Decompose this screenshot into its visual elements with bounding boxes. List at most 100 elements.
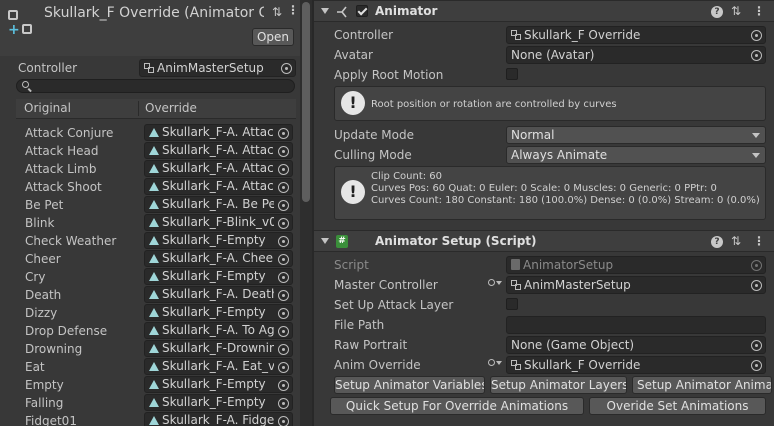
search-icon[interactable] — [488, 279, 502, 291]
update-mode-dropdown[interactable]: Normal — [506, 126, 766, 144]
object-picker-icon[interactable] — [751, 50, 762, 61]
table-row: Attack Head Skullark_F-A. Attack — [16, 142, 296, 160]
animator-setup-component-header[interactable]: # Animator Setup (Script) ? ⇅ ⋮ — [314, 230, 774, 252]
animator-component-header[interactable]: Animator ? ⇅ ⋮ — [314, 0, 774, 22]
object-picker-icon[interactable] — [281, 63, 292, 74]
object-picker-icon[interactable] — [278, 380, 289, 391]
override-clip-field[interactable]: Skullark_F-A. Fidge — [144, 412, 293, 426]
animator-enabled-checkbox[interactable] — [356, 5, 368, 17]
object-picker-icon[interactable] — [278, 362, 289, 373]
setup-animator-layers-button[interactable]: Setup Animator Layers — [490, 376, 627, 394]
presets-icon[interactable]: ⇅ — [731, 234, 741, 248]
culling-mode-dropdown[interactable]: Always Animate — [506, 146, 766, 164]
override-clip-field[interactable]: Skullark_F-A. Attack — [144, 178, 293, 195]
animation-clip-icon — [149, 362, 159, 371]
object-picker-icon — [751, 260, 762, 271]
script-field: AnimatorSetup — [506, 256, 766, 274]
override-clip-field[interactable]: Skullark_F-A. Attack — [144, 142, 293, 159]
override-clip-field[interactable]: Skullark_F-Empty — [144, 394, 293, 411]
root-motion-helpbox: ! Root position or rotation are controll… — [334, 86, 766, 121]
object-picker-icon[interactable] — [278, 344, 289, 355]
override-clip-field[interactable]: Skullark_F-A. Cheer — [144, 250, 293, 267]
controller-field[interactable]: AnimMasterSetup — [139, 59, 296, 77]
table-row: Drop Defense Skullark_F-A. To Ag — [16, 322, 296, 340]
override-clip-field[interactable]: Skullark_F-Empty — [144, 304, 293, 321]
override-clip-field[interactable]: Skullark_F-Empty — [144, 376, 293, 393]
override-clip-name: Skullark_F-Empty — [162, 233, 266, 247]
file-path-input[interactable] — [506, 316, 766, 334]
warning-icon: ! — [341, 180, 365, 204]
menu-dots-icon[interactable]: ⋮ — [753, 4, 765, 18]
object-picker-icon[interactable] — [278, 290, 289, 301]
open-button[interactable]: Open — [252, 28, 294, 46]
override-clip-name: Skullark_F-Empty — [162, 305, 266, 319]
animation-clip-icon — [149, 182, 159, 191]
original-clip-name: Attack Conjure — [25, 126, 114, 140]
object-picker-icon[interactable] — [278, 200, 289, 211]
menu-dots-icon[interactable]: ⋮ — [287, 3, 299, 17]
object-picker-icon[interactable] — [278, 128, 289, 139]
object-picker-icon[interactable] — [278, 398, 289, 409]
object-picker-icon[interactable] — [278, 218, 289, 229]
apply-root-motion-checkbox[interactable] — [506, 68, 518, 80]
chevron-down-icon — [752, 133, 760, 138]
table-row: Cheer Skullark_F-A. Cheer — [16, 250, 296, 268]
override-clip-field[interactable]: Skullark_F-A. Attack — [144, 160, 293, 177]
scrollbar-thumb[interactable] — [302, 2, 310, 202]
setup-animator-animations-button[interactable]: Setup Animator Animations — [632, 376, 772, 394]
search-icon[interactable] — [488, 359, 502, 371]
override-clip-name: Skullark_F-A. Attack — [162, 179, 274, 193]
override-clip-field[interactable]: Skullark_F-Blink_v0 — [144, 214, 293, 231]
animator-controller-field[interactable]: Skullark_F Override — [506, 26, 766, 44]
presets-icon[interactable]: ⇅ — [731, 4, 741, 18]
override-header: + Skullark_F Override (Animator Over ⇅ ⋮… — [0, 0, 312, 56]
override-clip-field[interactable]: Skullark_F-A. Be Pet — [144, 196, 293, 213]
original-clip-name: Eat — [25, 360, 45, 374]
override-clip-field[interactable]: Skullark_F-Drownin — [144, 340, 293, 357]
foldout-arrow-icon[interactable] — [321, 8, 329, 14]
foldout-arrow-icon[interactable] — [321, 238, 329, 244]
animation-clip-icon — [149, 236, 159, 245]
override-clip-field[interactable]: Skullark_F-Empty — [144, 232, 293, 249]
object-picker-icon[interactable] — [278, 164, 289, 175]
setup-animator-variables-button[interactable]: Setup Animator Variables — [334, 376, 485, 394]
object-picker-icon[interactable] — [751, 340, 762, 351]
anim-override-field[interactable]: Skullark_F Override — [506, 356, 766, 374]
override-title: Skullark_F Override (Animator Over — [44, 5, 264, 21]
search-input[interactable] — [16, 79, 295, 93]
override-clip-name: Skullark_F-A. Death — [162, 287, 274, 301]
object-picker-icon[interactable] — [751, 30, 762, 41]
quick-setup-override-button[interactable]: Quick Setup For Override Animations — [330, 397, 584, 415]
presets-icon[interactable]: ⇅ — [270, 5, 284, 19]
attack-layer-checkbox[interactable] — [506, 298, 518, 310]
help-icon[interactable]: ? — [711, 4, 723, 18]
object-picker-icon[interactable] — [278, 236, 289, 247]
override-clip-field[interactable]: Skullark_F-A. Eat_v0 — [144, 358, 293, 375]
object-picker-icon[interactable] — [278, 182, 289, 193]
override-clip-field[interactable]: Skullark_F-A. To Ag — [144, 322, 293, 339]
avatar-field[interactable]: None (Avatar) — [506, 46, 766, 64]
object-picker-icon[interactable] — [278, 146, 289, 157]
object-picker-icon[interactable] — [751, 280, 762, 291]
menu-dots-icon[interactable]: ⋮ — [753, 234, 765, 248]
override-clip-field[interactable]: Skullark_F-Empty — [144, 268, 293, 285]
animator-icon — [337, 6, 347, 18]
override-clip-field[interactable]: Skullark_F-A. Attack — [144, 124, 293, 141]
object-picker-icon[interactable] — [278, 326, 289, 337]
left-scrollbar[interactable] — [300, 0, 312, 426]
object-picker-icon[interactable] — [278, 308, 289, 319]
override-clip-field[interactable]: Skullark_F-A. Death — [144, 286, 293, 303]
help-icon[interactable]: ? — [711, 234, 723, 248]
object-picker-icon[interactable] — [278, 254, 289, 265]
override-clip-name: Skullark_F-A. Eat_v0 — [162, 359, 274, 373]
override-set-animations-button[interactable]: Overide Set Animations — [589, 397, 766, 415]
object-picker-icon[interactable] — [278, 272, 289, 283]
script-label: Script — [334, 258, 369, 272]
animation-clip-icon — [149, 128, 159, 137]
object-picker-icon[interactable] — [751, 360, 762, 371]
table-row: Be Pet Skullark_F-A. Be Pet — [16, 196, 296, 214]
master-controller-field[interactable]: AnimMasterSetup — [506, 276, 766, 294]
object-picker-icon[interactable] — [278, 416, 289, 426]
animator-controller-icon — [511, 30, 521, 40]
raw-portrait-field[interactable]: None (Game Object) — [506, 336, 766, 354]
